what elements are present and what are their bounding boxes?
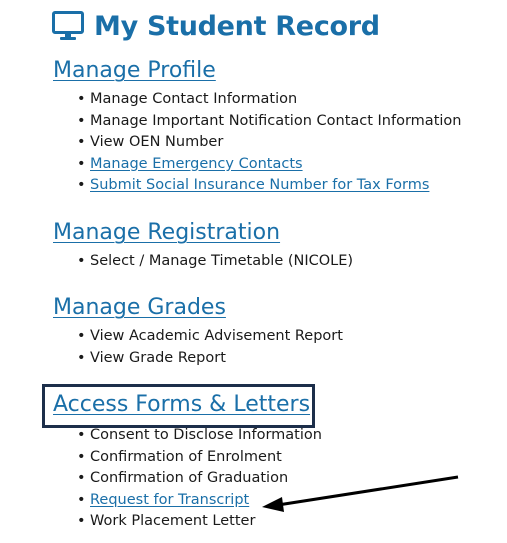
list-item: • Manage Contact Information [77,91,298,107]
list-item: • Submit Social Insurance Number for Tax … [77,177,430,193]
view-academic-advisement-item: View Academic Advisement Report [90,328,343,344]
section-manage-profile: Manage Profile • Manage Contact Informati… [53,58,461,197]
manage-profile-link[interactable]: Manage Profile [53,58,216,83]
manage-grades-list: • View Academic Advisement Report • View G… [53,326,343,369]
list-item: • Confirmation of Graduation [77,470,289,486]
access-forms-list: • Consent to Disclose Information • Confir… [53,425,322,533]
manage-profile-list: • Manage Contact Information • Manage Impo… [53,89,461,197]
submit-sin-link[interactable]: Submit Social Insurance Number for Tax F… [90,177,429,193]
confirmation-enrolment-item: Confirmation of Enrolment [90,448,282,465]
list-item: • Select / Manage Timetable (NICOLE) [77,253,354,269]
request-transcript-link[interactable]: Request for Transcript [90,492,249,508]
manage-grades-link[interactable]: Manage Grades [53,295,226,320]
manage-emergency-contacts-link[interactable]: Manage Emergency Contacts [90,156,303,172]
manage-registration-list: • Select / Manage Timetable (NICOLE) [53,251,353,273]
list-item: • Manage Emergency Contacts [77,155,303,172]
work-placement-letter-item: Work Placement Letter [90,513,256,529]
consent-disclose-item: Consent to Disclose Information [90,427,322,443]
manage-contact-info-item: Manage Contact Information [90,91,298,107]
view-oen-number-item: View OEN Number [90,134,224,150]
manage-registration-link[interactable]: Manage Registration [53,220,280,245]
manage-timetable-item: Select / Manage Timetable (NICOLE) [90,253,354,269]
list-item: • Request for Transcript [77,491,250,508]
manage-notification-contact-item: Manage Important Notification Contact In… [90,112,462,129]
page-title: My Student Record [94,10,380,42]
page-header: My Student Record [52,8,380,44]
list-item: • View Grade Report [77,349,226,366]
view-grade-report-item: View Grade Report [90,349,226,366]
highlight-box [42,384,315,428]
list-item: • Manage Important Notification Contact I… [77,112,462,129]
list-item: • Work Placement Letter [77,513,256,529]
confirmation-graduation-item: Confirmation of Graduation [90,470,289,486]
list-item: • View Academic Advisement Report [77,328,343,344]
monitor-icon [52,11,84,40]
list-item: • Consent to Disclose Information [77,427,322,443]
list-item: • Confirmation of Enrolment [77,448,282,465]
list-item: • View OEN Number [77,134,224,150]
section-manage-grades: Manage Grades • View Academic Advisement … [53,295,343,369]
section-manage-registration: Manage Registration • Select / Manage Tim… [53,220,353,273]
